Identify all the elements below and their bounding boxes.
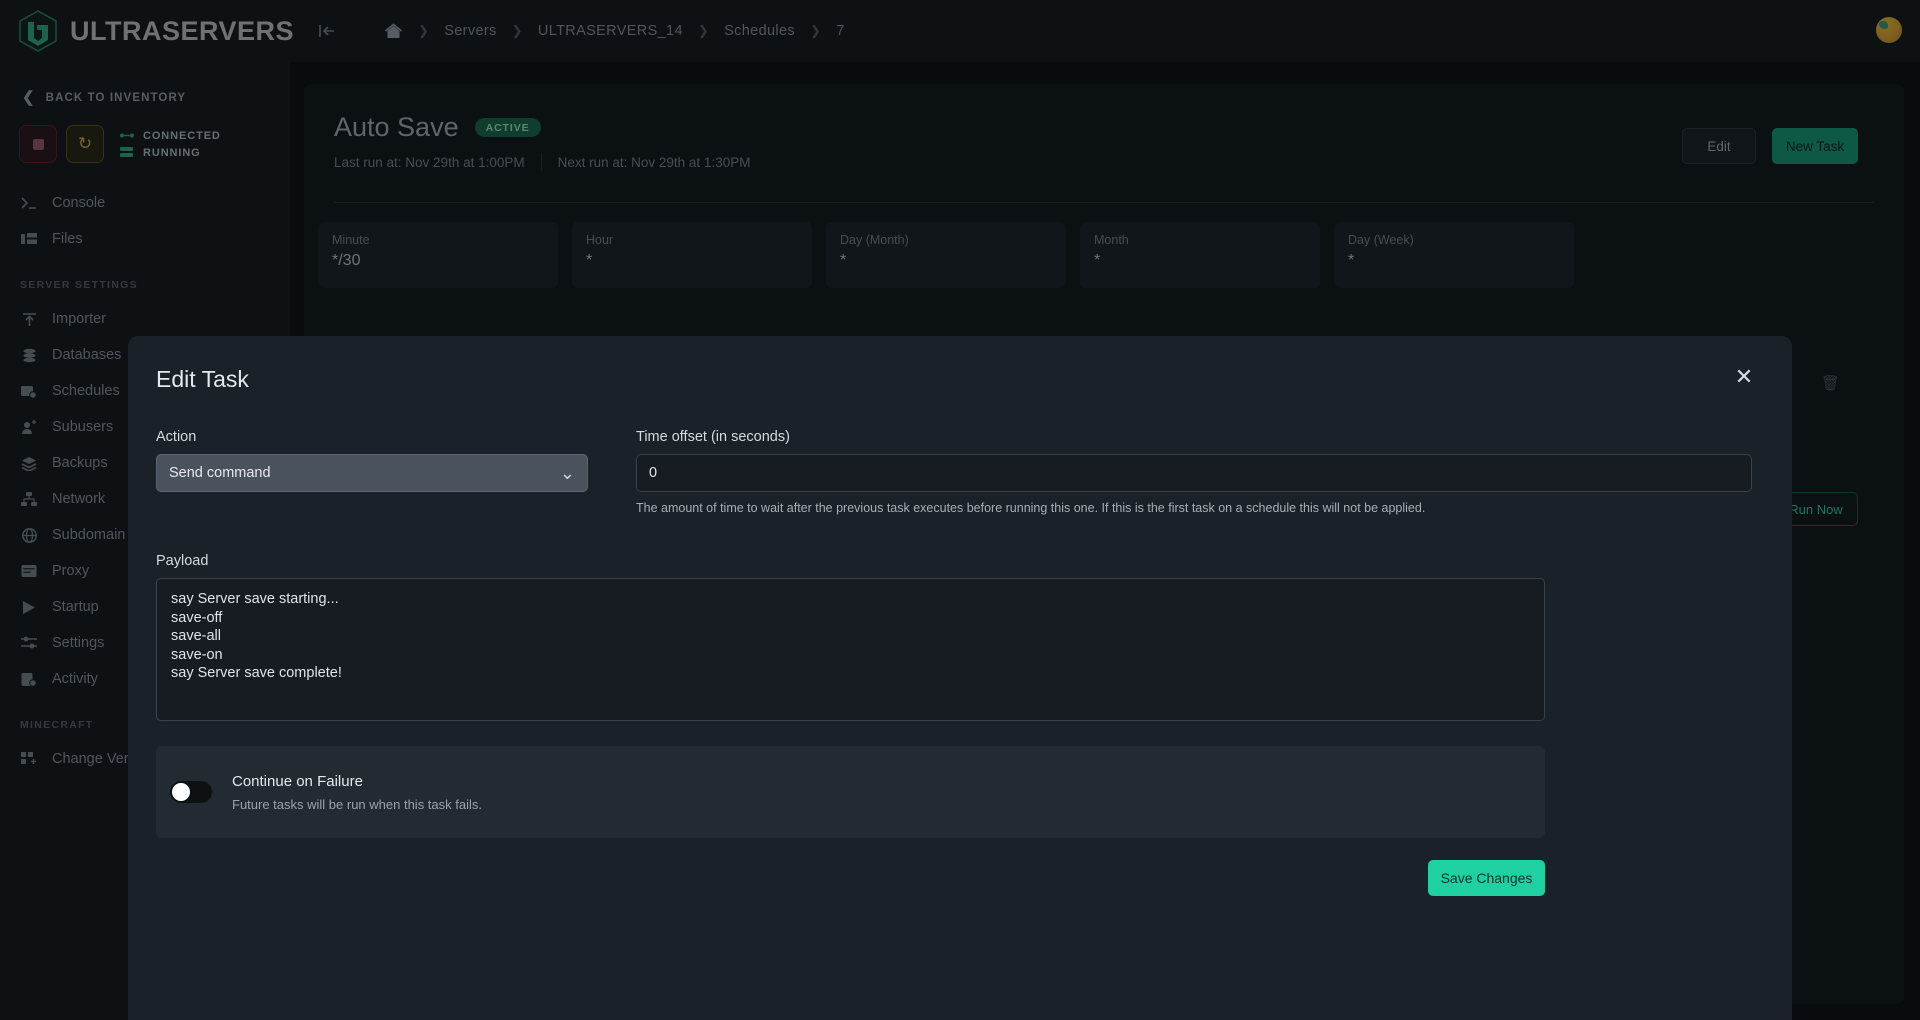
time-offset-label: Time offset (in seconds) xyxy=(636,429,790,445)
modal-footer: Save Changes xyxy=(156,860,1545,896)
toggle-knob xyxy=(172,783,190,801)
action-select[interactable]: Send command ⌄ xyxy=(156,454,588,492)
continue-on-failure-card: Continue on Failure Future tasks will be… xyxy=(156,746,1545,838)
continue-on-failure-texts: Continue on Failure Future tasks will be… xyxy=(232,773,482,812)
payload-field: Payload say Server save starting... save… xyxy=(156,553,1752,726)
continue-on-failure-toggle[interactable] xyxy=(170,781,212,803)
time-offset-help: The amount of time to wait after the pre… xyxy=(636,501,1426,515)
continue-on-failure-title: Continue on Failure xyxy=(232,772,363,790)
time-offset-field: Time offset (in seconds) The amount of t… xyxy=(636,429,1752,515)
payload-textarea[interactable]: say Server save starting... save-off sav… xyxy=(156,578,1545,721)
edit-task-modal: Edit Task ✕ Action Send command ⌄ Time o… xyxy=(128,336,1792,1020)
chevron-down-icon: ⌄ xyxy=(559,463,575,483)
action-label: Action xyxy=(156,429,197,445)
close-icon[interactable]: ✕ xyxy=(1730,363,1758,391)
action-field: Action Send command ⌄ xyxy=(156,429,588,515)
action-select-value: Send command xyxy=(169,465,271,481)
continue-on-failure-subtitle: Future tasks will be run when this task … xyxy=(232,796,482,812)
time-offset-input[interactable] xyxy=(636,454,1752,492)
payload-label: Payload xyxy=(156,553,209,569)
modal-form-top: Action Send command ⌄ Time offset (in se… xyxy=(156,429,1752,515)
modal-title: Edit Task xyxy=(156,366,249,392)
save-changes-button[interactable]: Save Changes xyxy=(1428,860,1545,896)
